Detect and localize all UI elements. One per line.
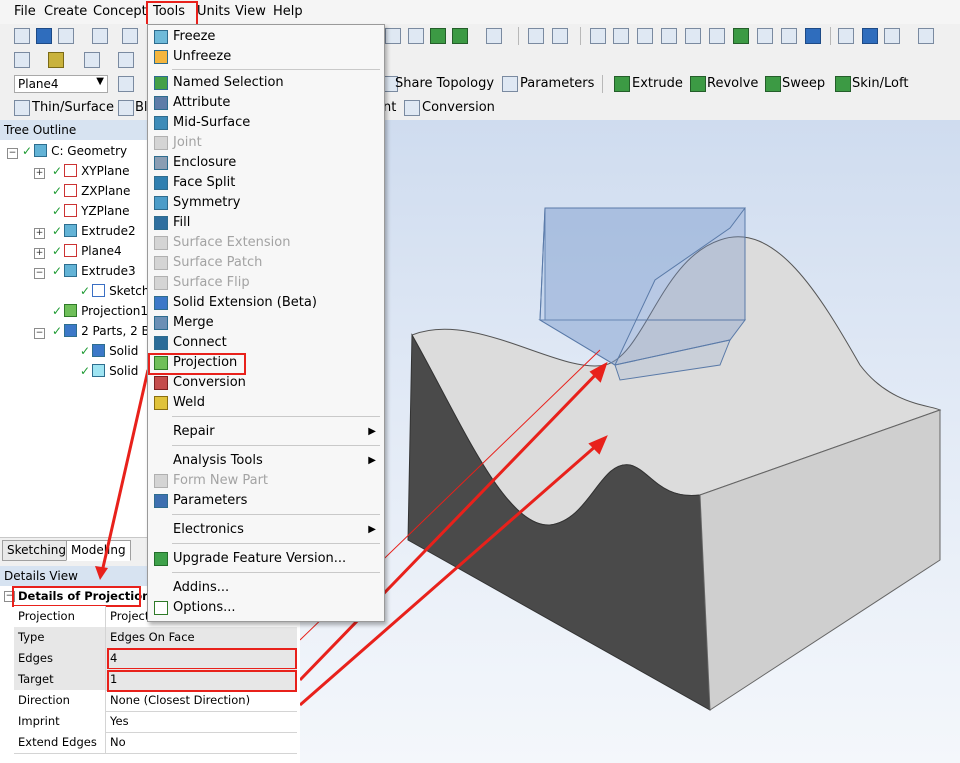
menu-item-surface-flip: Surface Flip	[148, 273, 384, 293]
menu-item-upgrade-feature-version[interactable]: Upgrade Feature Version...	[148, 549, 384, 569]
menu-item-repair[interactable]: Repair ▶	[148, 422, 384, 442]
menu-item-connect[interactable]: Connect	[148, 333, 384, 353]
menu-item-face-split[interactable]: Face Split	[148, 173, 384, 193]
projection-highlight	[148, 353, 246, 375]
tools-menu: Freeze Unfreeze Named Selection Attribut…	[147, 24, 385, 622]
menu-item-freeze[interactable]: Freeze	[148, 27, 384, 47]
menu-item-options[interactable]: Options...	[148, 598, 384, 618]
menu-item-electronics[interactable]: Electronics ▶	[148, 520, 384, 540]
menu-item-fill[interactable]: Fill	[148, 213, 384, 233]
menu-item-named-selection[interactable]: Named Selection	[148, 73, 384, 93]
submenu-arrow-icon: ▶	[368, 524, 376, 535]
tree-to-details-arrow	[95, 26, 211, 580]
menu-item-joint: Joint	[148, 133, 384, 153]
menu-item-analysis-tools[interactable]: Analysis Tools ▶	[148, 451, 384, 471]
menu-item-addins[interactable]: Addins...	[148, 578, 384, 598]
menu-item-surface-extension: Surface Extension	[148, 233, 384, 253]
menu-item-conversion[interactable]: Conversion	[148, 373, 384, 393]
menu-item-weld[interactable]: Weld	[148, 393, 384, 413]
menu-item-attribute[interactable]: Attribute	[148, 93, 384, 113]
menu-item-enclosure[interactable]: Enclosure	[148, 153, 384, 173]
menu-item-mid-surface[interactable]: Mid-Surface	[148, 113, 384, 133]
submenu-arrow-icon: ▶	[368, 426, 376, 437]
menu-item-merge[interactable]: Merge	[148, 313, 384, 333]
menu-item-unfreeze[interactable]: Unfreeze	[148, 47, 384, 67]
menu-item-solid-extension[interactable]: Solid Extension (Beta)	[148, 293, 384, 313]
submenu-arrow-icon: ▶	[368, 455, 376, 466]
menu-item-form-new-part: Form New Part	[148, 471, 384, 491]
menu-item-symmetry[interactable]: Symmetry	[148, 193, 384, 213]
menu-item-parameters[interactable]: Parameters	[148, 491, 384, 511]
menu-item-surface-patch: Surface Patch	[148, 253, 384, 273]
